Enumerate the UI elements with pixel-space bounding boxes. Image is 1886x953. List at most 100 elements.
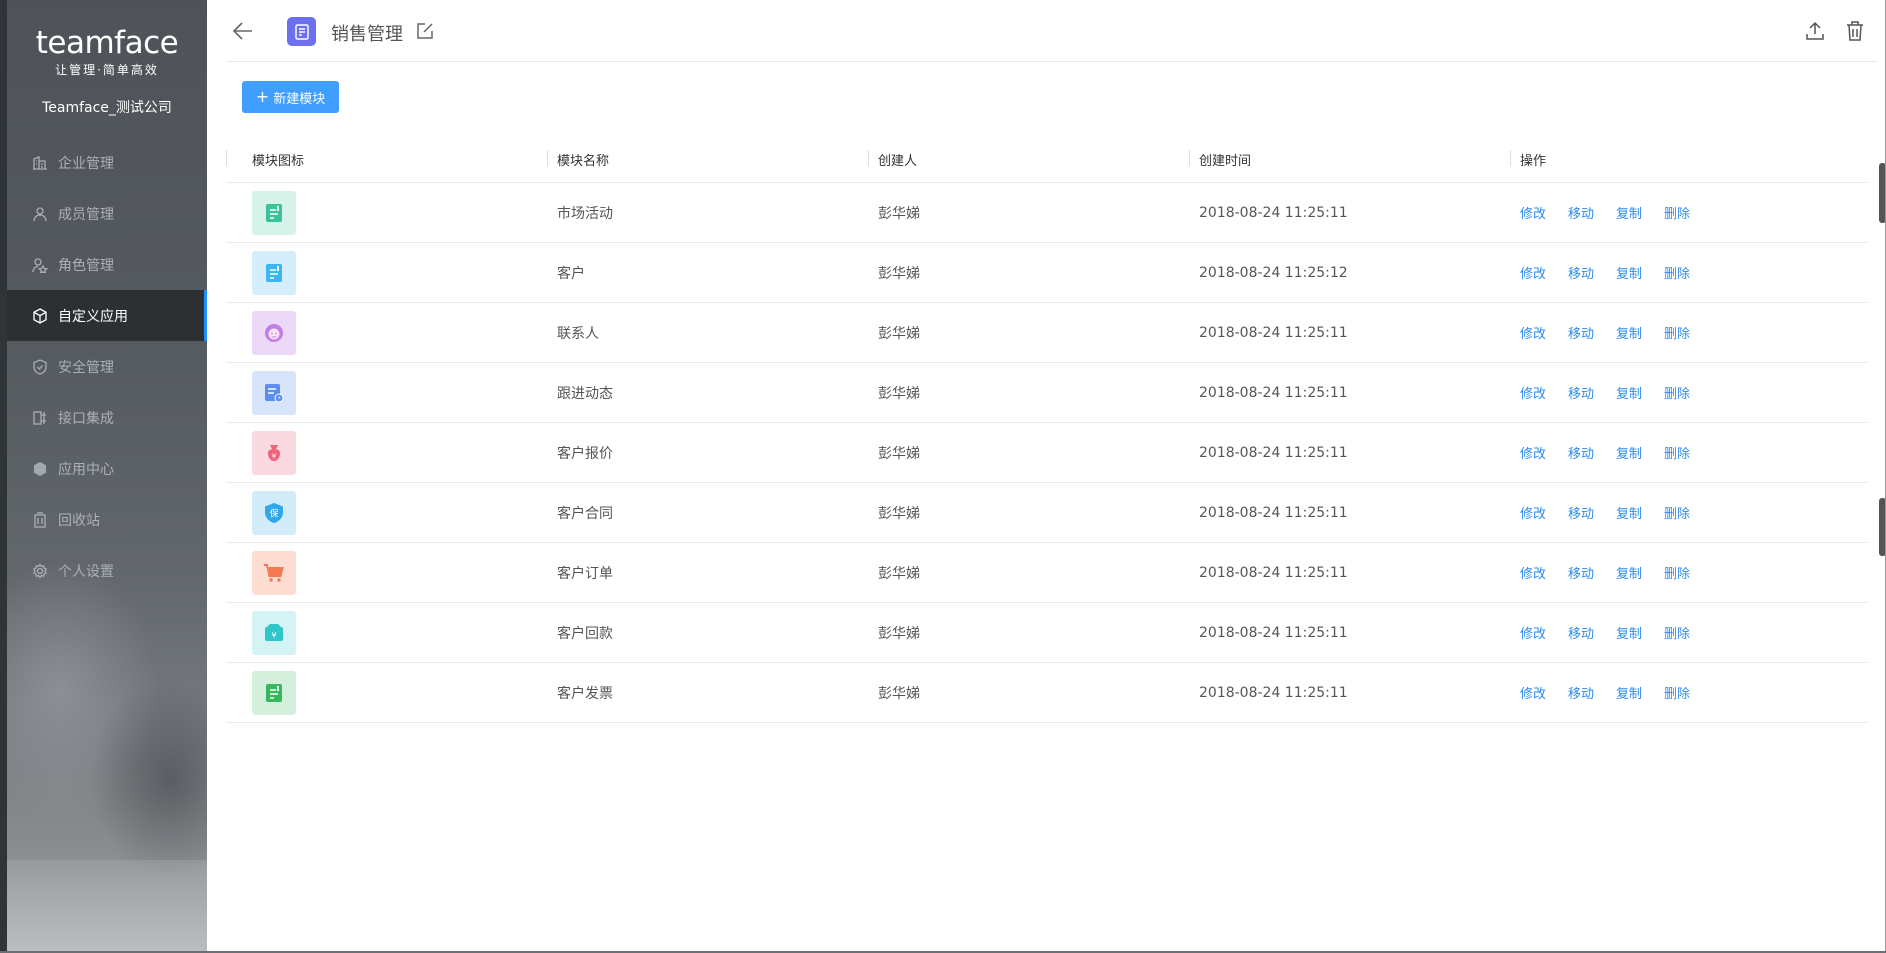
copy-link[interactable]: 复制: [1616, 627, 1642, 642]
copy-link[interactable]: 复制: [1616, 207, 1642, 222]
module-name: 联系人: [557, 325, 599, 342]
module-icon-cell: [226, 190, 547, 235]
money-bag-icon: ¥: [252, 430, 296, 475]
modules-table: 模块图标 模块名称 创建人 创建时间 操作 市场活动 彭华娣 2018-08-24 …: [226, 137, 1868, 723]
module-name: 客户合同: [557, 505, 613, 522]
copy-link[interactable]: 复制: [1616, 327, 1642, 342]
sidebar-item-members[interactable]: 成员管理: [7, 188, 207, 239]
delete-link[interactable]: 删除: [1664, 627, 1690, 642]
export-icon[interactable]: [1804, 20, 1826, 42]
row-actions: 修改 移动 复制 删除: [1510, 203, 1868, 222]
module-name: 市场活动: [557, 205, 613, 222]
edit-link[interactable]: 修改: [1520, 567, 1546, 582]
sidebar-background: [0, 860, 207, 953]
sidebar-item-enterprise[interactable]: 企业管理: [7, 137, 207, 188]
move-link[interactable]: 移动: [1568, 207, 1594, 222]
move-link[interactable]: 移动: [1568, 627, 1594, 642]
module-icon-cell: [226, 370, 547, 415]
new-module-button[interactable]: + 新建模块: [242, 81, 339, 113]
sidebar-item-label: 成员管理: [58, 206, 114, 223]
svg-text:¥: ¥: [272, 452, 277, 460]
brand-name: teamface: [35, 25, 179, 61]
sidebar-item-label: 应用中心: [58, 461, 114, 478]
edit-link[interactable]: 修改: [1520, 627, 1546, 642]
edit-link[interactable]: 修改: [1520, 267, 1546, 282]
delete-link[interactable]: 删除: [1664, 327, 1690, 342]
table-body: 市场活动 彭华娣 2018-08-24 11:25:11 修改 移动 复制 删除 客户 彭华娣 2…: [226, 183, 1868, 723]
edit-link[interactable]: 修改: [1520, 507, 1546, 522]
back-arrow-icon[interactable]: [232, 20, 254, 42]
copy-link[interactable]: 复制: [1616, 567, 1642, 582]
copy-link[interactable]: 复制: [1616, 387, 1642, 402]
copy-link[interactable]: 复制: [1616, 267, 1642, 282]
svg-text:¥: ¥: [271, 631, 276, 640]
row-actions: 修改 移动 复制 删除: [1510, 323, 1868, 342]
module-name: 跟进动态: [557, 385, 613, 402]
sidebar-item-recycle-bin[interactable]: 回收站: [7, 494, 207, 545]
creator-name: 彭华娣: [878, 205, 920, 222]
sidebar-item-security[interactable]: 安全管理: [7, 341, 207, 392]
move-link[interactable]: 移动: [1568, 267, 1594, 282]
sidebar-item-label: 安全管理: [58, 359, 114, 376]
new-module-label: 新建模块: [273, 91, 326, 107]
building-icon: [33, 155, 47, 170]
edit-link[interactable]: 修改: [1520, 687, 1546, 702]
module-name: 客户回款: [557, 625, 613, 642]
created-time: 2018-08-24 11:25:11: [1199, 564, 1348, 581]
move-link[interactable]: 移动: [1568, 687, 1594, 702]
role-icon: [32, 257, 48, 273]
creator-name: 彭华娣: [878, 565, 920, 582]
module-icon-cell: [226, 250, 547, 295]
edit-icon[interactable]: [415, 21, 435, 41]
edit-link[interactable]: 修改: [1520, 447, 1546, 462]
module-icon-cell: [226, 550, 547, 595]
module-icon-cell: ¥: [226, 430, 547, 475]
plug-icon: [33, 410, 46, 425]
column-header: 创建时间: [1189, 150, 1510, 169]
column-header: 创建人: [868, 150, 1189, 169]
move-link[interactable]: 移动: [1568, 387, 1594, 402]
cube-icon: [33, 307, 47, 324]
move-link[interactable]: 移动: [1568, 507, 1594, 522]
edit-link[interactable]: 修改: [1520, 207, 1546, 222]
edit-link[interactable]: 修改: [1520, 387, 1546, 402]
edit-link[interactable]: 修改: [1520, 327, 1546, 342]
table-row: 联系人 彭华娣 2018-08-24 11:25:11 修改 移动 复制 删除: [226, 303, 1868, 363]
page-header: 销售管理: [227, 0, 1877, 62]
creator-name: 彭华娣: [878, 625, 920, 642]
page-title: 销售管理: [331, 24, 403, 45]
delete-link[interactable]: 删除: [1664, 207, 1690, 222]
created-time: 2018-08-24 11:25:11: [1199, 504, 1348, 521]
delete-icon[interactable]: [1844, 20, 1866, 42]
sidebar-item-integration[interactable]: 接口集成: [7, 392, 207, 443]
copy-link[interactable]: 复制: [1616, 447, 1642, 462]
move-link[interactable]: 移动: [1568, 567, 1594, 582]
copy-link[interactable]: 复制: [1616, 687, 1642, 702]
delete-link[interactable]: 删除: [1664, 387, 1690, 402]
module-icon-cell: [226, 310, 547, 355]
sidebar-item-app-center[interactable]: 应用中心: [7, 443, 207, 494]
delete-link[interactable]: 删除: [1664, 507, 1690, 522]
module-name: 客户发票: [557, 685, 613, 702]
sidebar-item-roles[interactable]: 角色管理: [7, 239, 207, 290]
shield-icon: [33, 358, 47, 375]
row-actions: 修改 移动 复制 删除: [1510, 443, 1868, 462]
creator-name: 彭华娣: [878, 265, 920, 282]
move-link[interactable]: 移动: [1568, 447, 1594, 462]
sidebar-item-custom-apps[interactable]: 自定义应用: [7, 290, 207, 341]
sidebar-item-personal-settings[interactable]: 个人设置: [7, 545, 207, 596]
row-actions: 修改 移动 复制 删除: [1510, 383, 1868, 402]
created-time: 2018-08-24 11:25:12: [1199, 264, 1348, 281]
row-actions: 修改 移动 复制 删除: [1510, 623, 1868, 642]
table-header: 模块图标 模块名称 创建人 创建时间 操作: [226, 137, 1868, 183]
move-link[interactable]: 移动: [1568, 327, 1594, 342]
delete-link[interactable]: 删除: [1664, 267, 1690, 282]
box-icon: [34, 461, 46, 476]
shield-badge-icon: 保: [252, 490, 296, 535]
copy-link[interactable]: 复制: [1616, 507, 1642, 522]
creator-name: 彭华娣: [878, 685, 920, 702]
delete-link[interactable]: 删除: [1664, 687, 1690, 702]
table-row: 跟进动态 彭华娣 2018-08-24 11:25:11 修改 移动 复制 删除: [226, 363, 1868, 423]
delete-link[interactable]: 删除: [1664, 447, 1690, 462]
delete-link[interactable]: 删除: [1664, 567, 1690, 582]
